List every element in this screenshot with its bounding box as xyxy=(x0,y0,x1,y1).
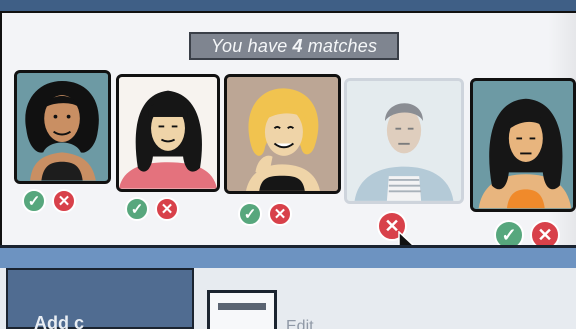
match-card-3[interactable] xyxy=(224,74,341,194)
match-card-1[interactable] xyxy=(14,70,111,184)
match-list: ✓ ✕ ✓ ✕ ✓ ✕ ✕ ✓ ✕ xyxy=(0,66,576,256)
x-icon: ✕ xyxy=(57,193,71,210)
edit-label: Edit xyxy=(286,318,314,329)
x-icon: ✕ xyxy=(273,206,287,223)
check-icon: ✓ xyxy=(27,193,41,210)
check-icon: ✓ xyxy=(501,224,517,245)
match-card-5[interactable] xyxy=(470,78,576,212)
add-label: Add c xyxy=(34,313,85,329)
reject-button-2[interactable]: ✕ xyxy=(155,197,179,221)
window-top-strip xyxy=(0,0,576,11)
match-actions-2: ✓ ✕ xyxy=(125,197,179,221)
edit-box[interactable] xyxy=(207,290,277,329)
match-portrait-4 xyxy=(347,81,461,201)
accept-button-1[interactable]: ✓ xyxy=(22,189,46,213)
check-icon: ✓ xyxy=(243,206,257,223)
match-actions-1: ✓ ✕ xyxy=(22,189,76,213)
banner-suffix: matches xyxy=(307,35,378,56)
match-portrait-3 xyxy=(227,77,338,191)
check-icon: ✓ xyxy=(130,201,144,218)
x-icon: ✕ xyxy=(537,224,553,245)
accept-button-2[interactable]: ✓ xyxy=(125,197,149,221)
match-count: 4 xyxy=(292,35,303,56)
reject-button-3[interactable]: ✕ xyxy=(268,202,292,226)
match-portrait-1 xyxy=(17,73,108,181)
match-card-2[interactable] xyxy=(116,74,220,192)
match-count-banner: You have 4 matches xyxy=(189,32,399,60)
accept-button-3[interactable]: ✓ xyxy=(238,202,262,226)
banner-prefix: You have xyxy=(210,35,288,56)
match-portrait-2 xyxy=(119,77,217,189)
match-actions-3: ✓ ✕ xyxy=(238,202,292,226)
match-card-4[interactable] xyxy=(344,78,464,204)
match-portrait-5 xyxy=(473,81,573,209)
reject-button-1[interactable]: ✕ xyxy=(52,189,76,213)
x-icon: ✕ xyxy=(160,201,174,218)
